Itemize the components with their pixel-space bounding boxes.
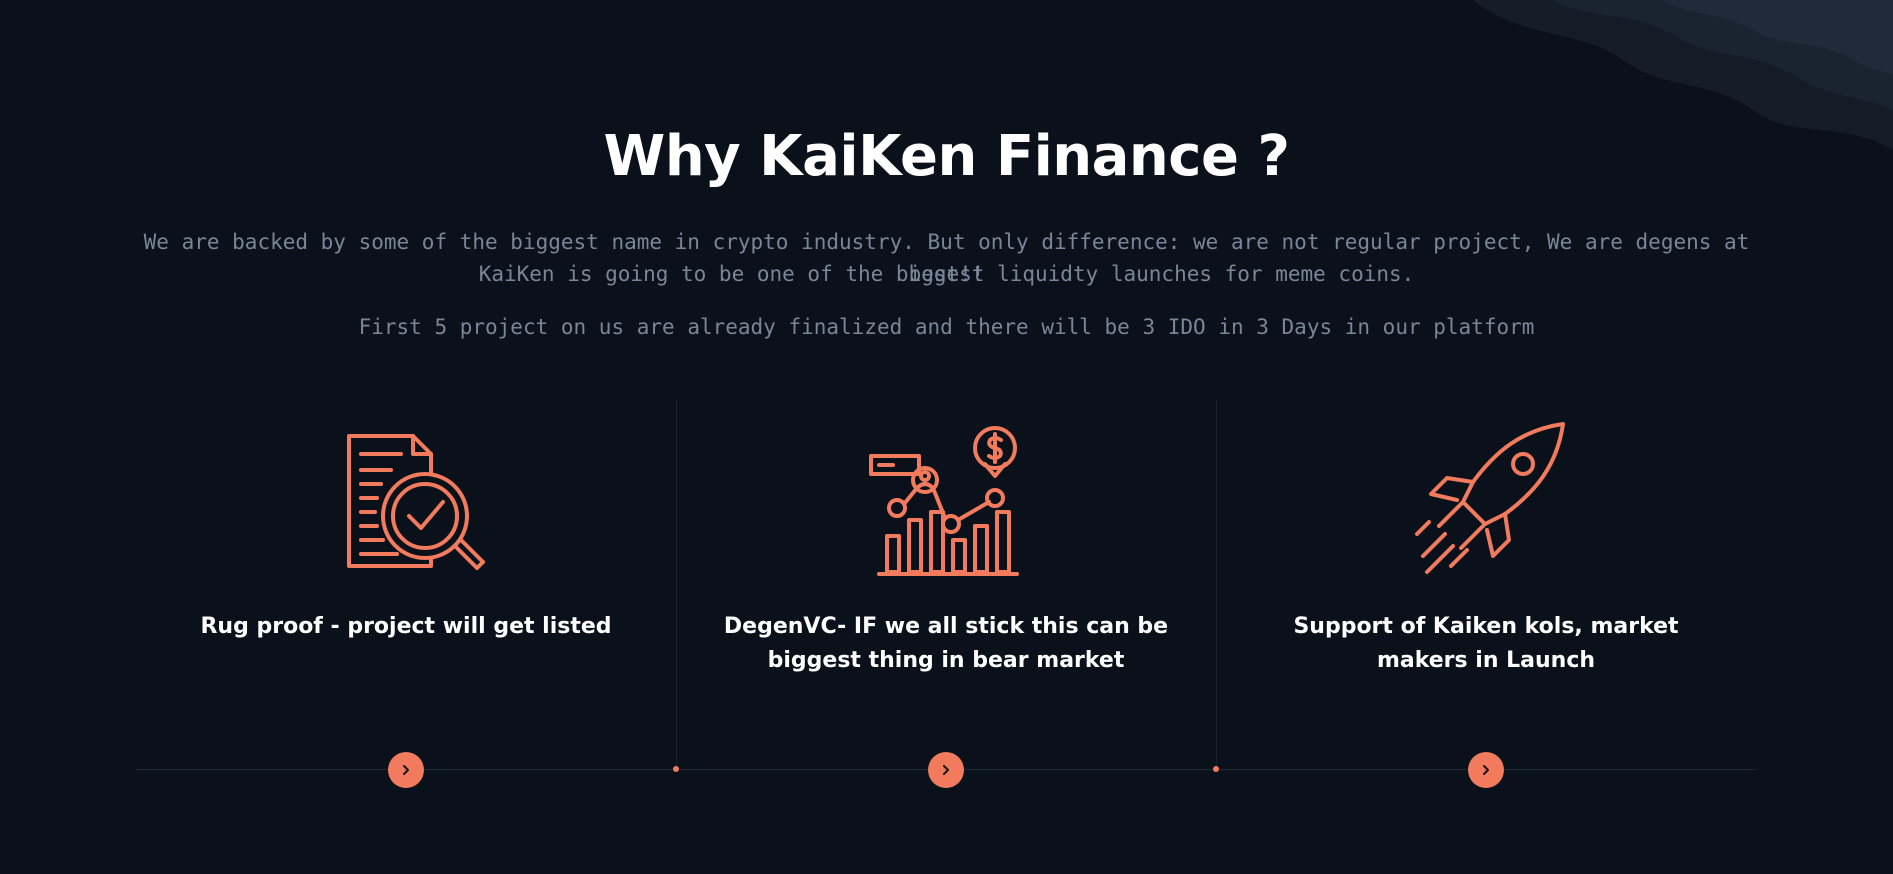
- feature-card-support: Support of Kaiken kols, market makers in…: [1216, 400, 1756, 770]
- section-description-line2: KaiKen is going to be one of the biggest…: [478, 262, 1415, 286]
- feature-1-next-button[interactable]: [388, 752, 424, 788]
- section-title: Why KaiKen Finance ?: [603, 124, 1290, 189]
- feature-label: Rug proof - project will get listed: [200, 614, 612, 639]
- feature-card-rug-proof: Rug proof - project will get listed: [136, 400, 676, 770]
- chart-analytics-dollar-icon: [869, 426, 1019, 576]
- chevron-right-icon: [403, 765, 409, 775]
- feature-3-next-button[interactable]: [1468, 752, 1504, 788]
- chevron-right-icon: [943, 765, 949, 775]
- feature-label: DegenVC- IF we all stick this can be big…: [723, 614, 1169, 673]
- section-description-line3: First 5 project on us are already finali…: [358, 315, 1535, 339]
- feature-label: Support of Kaiken kols, market makers in…: [1293, 614, 1679, 673]
- why-kaiken-section: Why KaiKen Finance ? We are backed by so…: [0, 0, 1893, 874]
- document-search-check-icon: [347, 434, 485, 570]
- feature-2-next-button[interactable]: [928, 752, 964, 788]
- feature-card-degenvc: DegenVC- IF we all stick this can be big…: [676, 400, 1216, 770]
- rocket-icon: [1415, 422, 1565, 574]
- chevron-right-icon: [1483, 765, 1489, 775]
